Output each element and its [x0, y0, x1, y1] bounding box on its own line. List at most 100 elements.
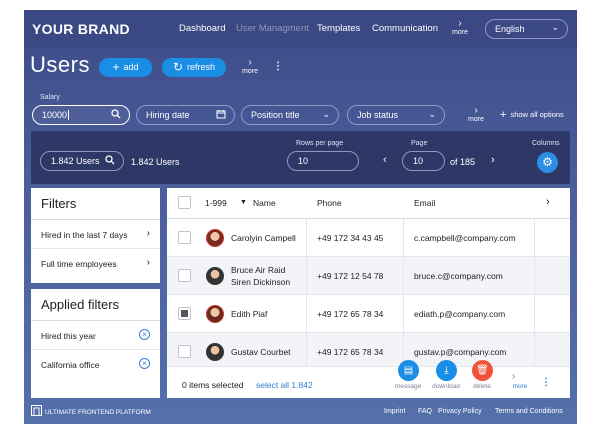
nav-templates[interactable]: Templates: [317, 23, 360, 34]
footer-faq-link[interactable]: FAQ: [418, 408, 432, 415]
footer-more-button[interactable]: more: [500, 383, 540, 390]
platform-logo: ULTIMATE FRONTEND PLATFORM: [31, 405, 151, 416]
rows-per-page-label: Rows per page: [296, 140, 344, 147]
user-count: 1.842 Users: [131, 157, 180, 167]
row-checkbox[interactable]: [178, 269, 191, 282]
show-all-options-button[interactable]: + show all options: [500, 109, 564, 121]
select-all-checkbox[interactable]: [178, 196, 191, 209]
top-nav-bar: YOUR BRAND Dashboard User Managment Temp…: [24, 10, 577, 48]
nav-user-management[interactable]: User Managment: [236, 23, 309, 34]
row-name: Carolyin Campell: [231, 233, 296, 243]
applied-filters-title: Applied filters: [31, 289, 160, 321]
row-name: Edith Piaf: [231, 309, 268, 319]
refresh-button[interactable]: ↻ refresh: [162, 58, 226, 77]
remove-filter-icon[interactable]: ×: [139, 329, 150, 340]
table-row[interactable]: Edith Piaf +49 172 65 78 34 ediath.p@com…: [167, 295, 570, 333]
row-name-line2: Siren Dickinson: [231, 277, 291, 287]
select-all-link[interactable]: select all 1.842: [256, 380, 313, 390]
refresh-icon: ↻: [172, 60, 184, 74]
selected-count: 0 items selected: [182, 380, 244, 390]
footer-privacy-link[interactable]: Privacy Policy: [438, 408, 482, 415]
row-checkbox[interactable]: [178, 231, 191, 244]
page-input[interactable]: 10: [402, 151, 445, 171]
message-icon: ▤: [403, 365, 414, 376]
filters-panel: Filters Hired in the last 7 days › Full …: [31, 188, 160, 283]
avatar: [206, 343, 224, 361]
salary-label: Salary: [40, 94, 60, 101]
users-table: 1-999 ▼ Name Phone Email › Carolyin Camp…: [167, 188, 570, 398]
table-row[interactable]: Carolyin Campell +49 172 34 43 45 c.camp…: [167, 219, 570, 257]
app-window: YOUR BRAND Dashboard User Managment Temp…: [24, 10, 577, 424]
hiring-date-field[interactable]: Hiring date: [136, 105, 235, 125]
row-checkbox[interactable]: [178, 345, 191, 358]
row-phone: +49 172 65 78 34: [317, 347, 384, 357]
chevron-right-icon[interactable]: ›: [512, 371, 515, 382]
chevron-right-icon: ›: [146, 228, 150, 239]
applied-filters-panel: Applied filters Hired this year × Califo…: [31, 289, 160, 398]
calendar-icon[interactable]: [216, 109, 226, 121]
kebab-menu-icon[interactable]: ⋮: [541, 377, 551, 388]
row-phone: +49 172 65 78 34: [317, 309, 384, 319]
trash-icon: 🗑: [476, 365, 489, 376]
filter-item[interactable]: Hired in the last 7 days ›: [31, 220, 160, 249]
columns-settings-button[interactable]: ⚙: [537, 152, 558, 173]
add-button[interactable]: + add: [99, 58, 152, 77]
chevron-right-icon: ›: [458, 18, 462, 29]
platform-logo-icon: [31, 405, 42, 416]
table-header: 1-999 ▼ Name Phone Email ›: [167, 188, 570, 219]
row-name: Gustav Courbet: [231, 347, 291, 357]
nav-communication[interactable]: Communication: [372, 23, 438, 34]
language-select[interactable]: English ⌄: [485, 19, 568, 39]
table-row[interactable]: Bruce Air Raid Siren Dickinson +49 172 1…: [167, 257, 570, 295]
filters-more-button[interactable]: › more: [465, 105, 487, 124]
brand-logo[interactable]: YOUR BRAND: [32, 21, 130, 37]
user-search-field[interactable]: 1.842 Users: [40, 151, 124, 171]
columns-label: Columns: [532, 140, 560, 147]
row-phone: +49 172 34 43 45: [317, 233, 384, 243]
chevron-right-icon: ›: [474, 105, 478, 116]
plus-icon: +: [500, 109, 507, 121]
title-more-button[interactable]: › more: [239, 58, 261, 76]
table-toolbar: 1.842 Users 1.842 Users Rows per page 10…: [31, 131, 570, 184]
delete-label: delete: [473, 383, 491, 390]
row-email: ediath.p@company.com: [414, 309, 506, 319]
chevron-right-icon: ›: [146, 257, 150, 268]
job-status-select[interactable]: Job status ⌄: [347, 105, 445, 125]
chevron-down-icon: ⌄: [322, 109, 330, 119]
row-checkbox-checked[interactable]: [178, 307, 191, 320]
column-name[interactable]: Name: [253, 198, 276, 208]
applied-filter-item: California office ×: [31, 350, 160, 379]
search-icon[interactable]: [105, 155, 115, 167]
delete-button[interactable]: 🗑: [472, 360, 493, 381]
message-label: message: [394, 383, 422, 390]
remove-filter-icon[interactable]: ×: [139, 358, 150, 369]
filter-item[interactable]: Full time employees ›: [31, 249, 160, 278]
salary-input[interactable]: 10000: [32, 105, 130, 125]
scroll-columns-right-icon[interactable]: ›: [546, 196, 550, 208]
footer-terms-link[interactable]: Terms and Conditions: [495, 408, 563, 415]
download-label: download: [432, 383, 460, 390]
message-button[interactable]: ▤: [398, 360, 419, 381]
search-icon[interactable]: [111, 109, 121, 121]
row-email: gustav.p@company.com: [414, 347, 507, 357]
position-title-select[interactable]: Position title ⌄: [241, 105, 339, 125]
prev-page-button[interactable]: ‹: [383, 154, 387, 166]
kebab-menu-icon[interactable]: ⋮: [273, 61, 283, 72]
sort-down-icon[interactable]: ▼: [240, 199, 247, 206]
row-email: bruce.c@company.com: [414, 271, 503, 281]
rows-per-page-input[interactable]: 10: [287, 151, 359, 171]
column-phone[interactable]: Phone: [317, 198, 342, 208]
download-button[interactable]: ⤓: [436, 360, 457, 381]
row-email: c.campbell@company.com: [414, 233, 516, 243]
row-phone: +49 172 12 54 78: [317, 271, 384, 281]
gear-icon: ⚙: [542, 155, 553, 169]
range-select[interactable]: 1-999: [205, 198, 227, 208]
page-title: Users: [30, 52, 90, 77]
column-email[interactable]: Email: [414, 198, 435, 208]
nav-dashboard[interactable]: Dashboard: [179, 23, 225, 34]
page-label: Page: [411, 140, 428, 147]
footer-imprint-link[interactable]: Imprint: [384, 408, 405, 415]
next-page-button[interactable]: ›: [491, 154, 495, 166]
row-name: Bruce Air Raid: [231, 265, 286, 275]
nav-more-button[interactable]: › more: [449, 18, 471, 37]
